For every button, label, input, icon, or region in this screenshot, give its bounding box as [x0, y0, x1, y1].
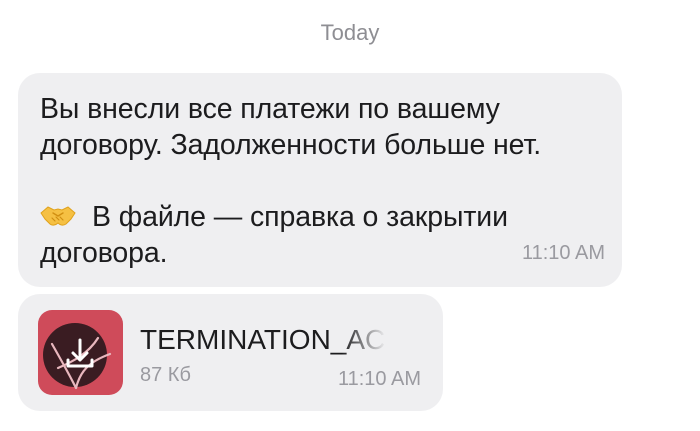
message-text-fragment: В файле — справка о закрытии [92, 201, 508, 233]
file-size: 87 Кб [140, 364, 191, 386]
date-separator: Today [320, 20, 380, 45]
message-line-with-emoji: В файле — справка о закрытии [40, 199, 610, 235]
message-timestamp: 11:10 AM [521, 242, 605, 264]
message-bubble-text[interactable]: Вы внесли все платежи по вашему договору… [18, 73, 622, 287]
message-bubble-file[interactable]: TERMINATION_AC 87 Кб 11:10 AM [18, 294, 443, 411]
message-line: Вы внесли все платежи по вашему [40, 93, 500, 125]
message-line: договору. Задолженности больше нет. [40, 129, 542, 161]
pdf-download-icon[interactable] [38, 310, 123, 395]
file-name[interactable]: TERMINATION_AC [140, 324, 386, 356]
message-spacer [40, 163, 610, 199]
chat-view: Today Вы внесли все платежи по вашему до… [0, 0, 700, 431]
handshake-icon [40, 206, 76, 226]
message-timestamp: 11:10 AM [337, 368, 421, 390]
